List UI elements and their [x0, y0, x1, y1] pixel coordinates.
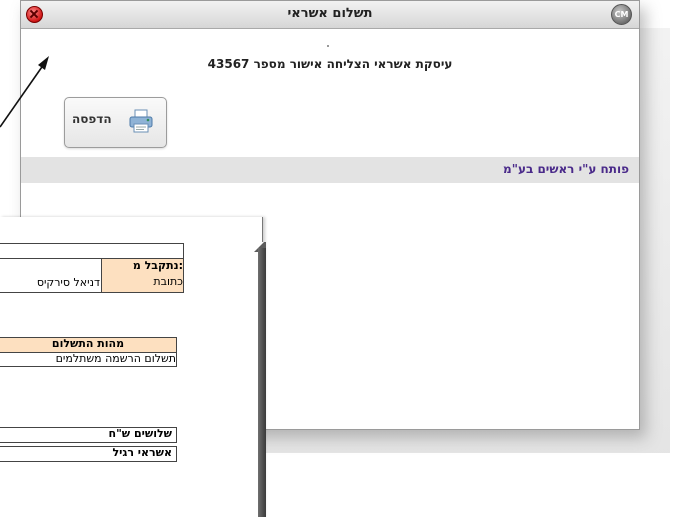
received-from-value	[0, 260, 100, 274]
payment-type: אשראי רגיל	[112, 446, 172, 459]
page-edge	[258, 248, 266, 517]
amount-in-words: שלושים ש"ח	[108, 427, 172, 440]
address-label: כתובת	[102, 275, 183, 292]
received-from-label: :נתקבל מ	[102, 259, 183, 275]
payment-nature-header: מהות התשלום	[51, 337, 125, 350]
address-value: דניאל סירקיס	[36, 276, 100, 289]
receipt-document: :נתקבל מ כתובת דניאל סירקיס מהות התשלום …	[0, 217, 263, 517]
payment-nature-value: תשלום הרשמה משתלמים	[55, 352, 176, 365]
